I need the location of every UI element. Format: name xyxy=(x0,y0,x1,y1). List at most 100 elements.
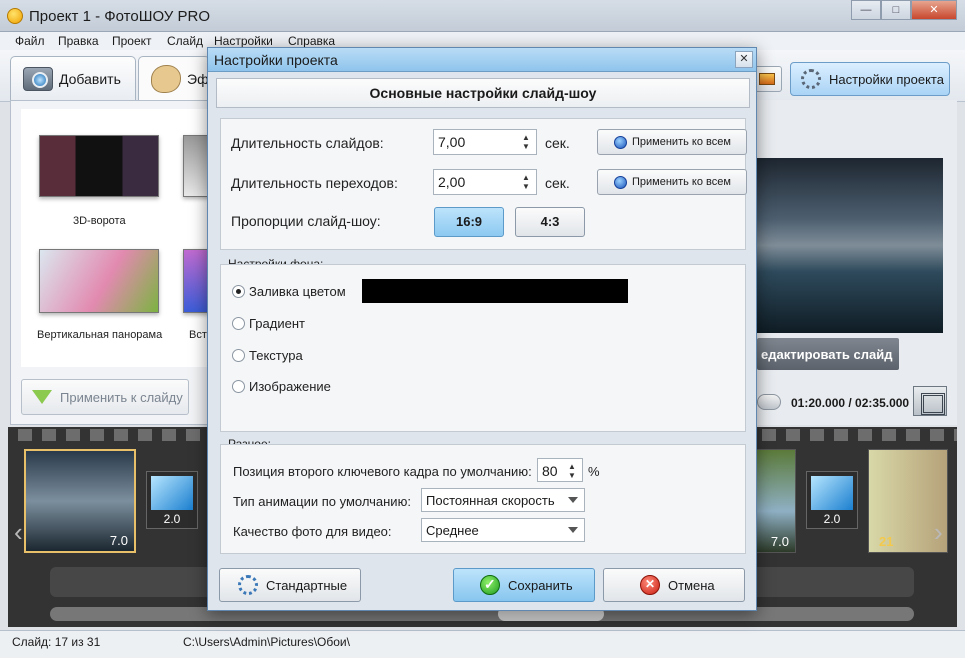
transition-icon xyxy=(811,476,853,510)
tab-effects[interactable]: Эф xyxy=(138,56,210,100)
playback-time: 01:20.000 / 02:35.000 xyxy=(791,396,910,410)
app-icon xyxy=(7,8,23,24)
animation-type-label: Тип анимации по умолчанию: xyxy=(233,494,411,509)
dialog-title: Настройки проекта xyxy=(214,52,338,68)
gear-icon xyxy=(238,575,258,595)
chevron-right-icon[interactable]: › xyxy=(934,517,943,548)
photo-quality-select[interactable]: Среднее xyxy=(421,518,585,542)
menu-file[interactable]: Файл xyxy=(15,34,45,48)
preview-image xyxy=(757,158,943,333)
chevron-down-icon xyxy=(568,497,578,503)
seconds-unit: сек. xyxy=(545,135,570,151)
seconds-unit: сек. xyxy=(545,175,570,191)
dialog-close-button[interactable]: ✕ xyxy=(735,51,753,68)
slide-duration: 7.0 xyxy=(109,533,128,548)
dialog-header: Основные настройки слайд-шоу xyxy=(216,78,750,108)
radio-texture[interactable] xyxy=(232,349,245,362)
menu-slide[interactable]: Слайд xyxy=(167,34,203,48)
current-path: C:\Users\Admin\Pictures\Обои\ xyxy=(183,635,350,649)
menu-project[interactable]: Проект xyxy=(112,34,152,48)
title-bar: Проект 1 - ФотоШОУ PRO — □ ✕ xyxy=(0,0,965,32)
cancel-label: Отмена xyxy=(668,577,715,593)
shield-icon xyxy=(614,175,627,189)
spinner-arrows-icon[interactable]: ▲ ▼ xyxy=(522,173,532,191)
defaults-label: Стандартные xyxy=(266,577,348,593)
tab-add-label: Добавить xyxy=(59,70,121,87)
percent-unit: % xyxy=(588,464,600,479)
texture-label: Текстура xyxy=(249,348,303,363)
slide-duration: 7.0 xyxy=(770,534,789,549)
palette-icon xyxy=(151,64,181,93)
image-icon xyxy=(759,73,775,85)
cancel-button[interactable]: Отмена xyxy=(603,568,745,602)
edit-slide-button[interactable]: едактировать слайд xyxy=(757,338,899,370)
menu-help[interactable]: Справка xyxy=(288,34,335,48)
project-settings-label: Настройки проекта xyxy=(829,71,944,87)
status-bar: Слайд: 17 из 31 C:\Users\Admin\Pictures\… xyxy=(0,630,965,658)
image-label: Изображение xyxy=(249,379,331,394)
radio-gradient[interactable] xyxy=(232,317,245,330)
chevron-left-icon[interactable]: ‹ xyxy=(14,517,23,548)
minimize-button[interactable]: — xyxy=(851,0,881,20)
effect-thumb-vertical-pan[interactable] xyxy=(39,249,159,313)
keyframe-position-input[interactable]: 80 ▲ ▼ xyxy=(537,458,583,482)
check-icon xyxy=(480,575,500,595)
apply-slide-duration-all-button[interactable]: Применить ко всем xyxy=(597,129,747,155)
slide-duration-input[interactable]: 7,00 ▲ ▼ xyxy=(433,129,537,155)
transition-duration-label: Длительность переходов: xyxy=(231,175,398,191)
background-color-swatch[interactable] xyxy=(362,279,628,303)
transition-duration: 2.0 xyxy=(163,512,181,526)
dialog-title-bar: Настройки проекта ✕ xyxy=(208,48,756,72)
spinner-arrows-icon[interactable]: ▲ ▼ xyxy=(522,133,532,151)
radio-fill-color[interactable] xyxy=(232,285,245,298)
apply-all-label: Применить ко всем xyxy=(632,176,731,188)
arrow-down-icon xyxy=(32,390,52,404)
aspect-ratio-label: Пропорции слайд-шоу: xyxy=(231,213,381,229)
defaults-button[interactable]: Стандартные xyxy=(219,568,361,602)
effect-label: Вст xyxy=(189,329,207,341)
spinner-arrows-icon[interactable]: ▲ ▼ xyxy=(568,462,578,480)
apply-to-slide-button[interactable]: Применить к слайду xyxy=(21,379,189,415)
menu-settings[interactable]: Настройки xyxy=(214,34,273,48)
photo-quality-label: Качество фото для видео: xyxy=(233,524,392,539)
window-title: Проект 1 - ФотоШОУ PRO xyxy=(29,8,210,25)
project-settings-dialog: Настройки проекта ✕ Основные настройки с… xyxy=(207,47,757,611)
photo-quality-value: Среднее xyxy=(426,523,479,538)
transition-duration-value: 2,00 xyxy=(438,174,466,190)
fullscreen-button[interactable] xyxy=(913,386,947,416)
transition-frame[interactable]: 2.0 xyxy=(806,471,858,529)
slide-duration-label: Длительность слайдов: xyxy=(231,135,384,151)
effect-label: Вертикальная панорама xyxy=(37,329,163,341)
camera-icon xyxy=(23,66,53,91)
chevron-down-icon xyxy=(568,527,578,533)
window-controls: — □ ✕ xyxy=(851,0,957,20)
transition-duration-input[interactable]: 2,00 ▲ ▼ xyxy=(433,169,537,195)
project-settings-button[interactable]: Настройки проекта xyxy=(790,62,950,96)
close-button[interactable]: ✕ xyxy=(911,0,957,20)
animation-type-select[interactable]: Постоянная скорость xyxy=(421,488,585,512)
effect-label: 3D-ворота xyxy=(73,215,126,227)
effects-panel: 3D-ворота Вертикальная панорама Вст Прим… xyxy=(10,100,211,425)
tab-add[interactable]: Добавить xyxy=(10,56,136,100)
slide-number: 21 xyxy=(879,534,894,549)
aspect-16-9-button[interactable]: 16:9 xyxy=(434,207,504,237)
effect-thumb-3d-gates[interactable] xyxy=(39,135,159,197)
animation-type-value: Постоянная скорость xyxy=(426,493,555,508)
slide-counter: Слайд: 17 из 31 xyxy=(12,635,101,649)
tab-effects-label: Эф xyxy=(187,70,209,87)
save-button[interactable]: Сохранить xyxy=(453,568,595,602)
volume-slider-knob[interactable] xyxy=(757,394,781,410)
menu-edit[interactable]: Правка xyxy=(58,34,99,48)
apply-to-slide-label: Применить к слайду xyxy=(60,389,183,405)
apply-transition-duration-all-button[interactable]: Применить ко всем xyxy=(597,169,747,195)
transition-frame[interactable]: 2.0 xyxy=(146,471,198,529)
slide-frame[interactable]: 7.0 xyxy=(24,449,136,553)
preview-panel: едактировать слайд 01:20.000 / 02:35.000 xyxy=(757,100,957,425)
aspect-4-3-button[interactable]: 4:3 xyxy=(515,207,585,237)
fill-color-label: Заливка цветом xyxy=(249,284,346,299)
apply-all-label: Применить ко всем xyxy=(632,136,731,148)
slide-duration-value: 7,00 xyxy=(438,134,466,150)
keyframe-position-value: 80 xyxy=(542,463,558,479)
radio-image[interactable] xyxy=(232,380,245,393)
maximize-button[interactable]: □ xyxy=(881,0,911,20)
